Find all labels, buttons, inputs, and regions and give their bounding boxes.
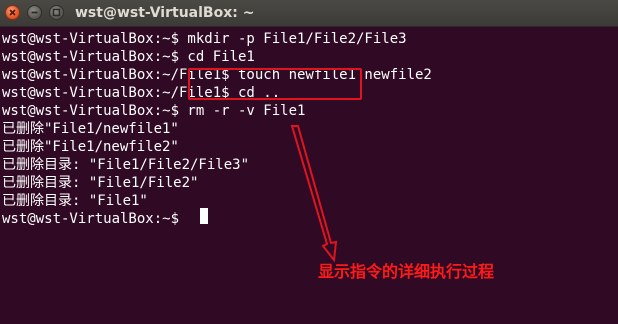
minimize-button[interactable] <box>27 5 42 20</box>
terminal-line: 已删除"File1/newfile1" <box>2 121 179 137</box>
annotation-label: 显示指令的详细执行过程 <box>318 262 495 281</box>
maximize-button[interactable] <box>49 5 64 20</box>
command-highlight-box <box>188 68 362 100</box>
text-cursor <box>200 208 208 224</box>
terminal-window: wst@wst-VirtualBox: ~ wst@wst-VirtualBox… <box>0 0 618 324</box>
terminal-line: wst@wst-VirtualBox:~$ cd File1 <box>2 49 255 65</box>
title-bar[interactable]: wst@wst-VirtualBox: ~ <box>0 0 618 27</box>
terminal-line: 已删除"File1/newfile2" <box>2 139 179 155</box>
terminal-line: wst@wst-VirtualBox:~$ rm -r -v File1 <box>2 103 306 119</box>
close-icon <box>9 9 16 16</box>
terminal-line: 已删除目录: "File1/File2" <box>2 175 199 191</box>
terminal-line: 已删除目录: "File1/File2/File3" <box>2 157 250 173</box>
terminal-line: wst@wst-VirtualBox:~$ mkdir -p File1/Fil… <box>2 31 407 47</box>
close-button[interactable] <box>5 5 20 20</box>
window-title: wst@wst-VirtualBox: ~ <box>75 5 255 21</box>
minimize-icon <box>31 11 38 14</box>
terminal-prompt: wst@wst-VirtualBox:~$ <box>2 211 188 227</box>
terminal-line: 已删除目录: "File1" <box>2 193 148 209</box>
maximize-icon <box>52 8 61 17</box>
